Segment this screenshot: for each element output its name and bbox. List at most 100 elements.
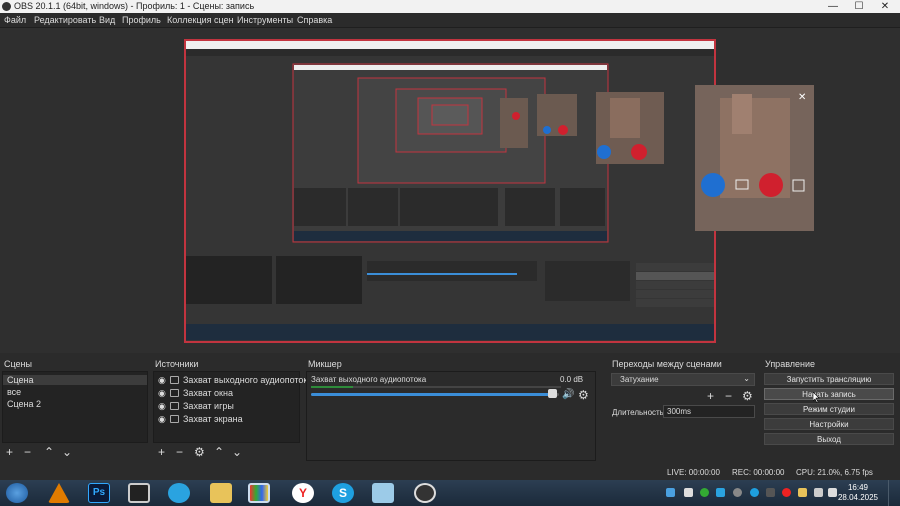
scenes-list: Сцена все Сцена 2 [2,371,148,443]
menu-tools[interactable]: Инструменты [237,15,293,25]
gear-icon[interactable]: ⚙ [194,446,205,458]
mixer-title: Микшер [308,359,342,369]
tray-icon[interactable] [700,488,709,497]
move-up-icon[interactable]: ⌃ [44,446,54,458]
scene-item[interactable]: Сцена 2 [7,399,41,409]
menu-file[interactable]: Файл [4,15,26,25]
notes-icon[interactable] [372,483,394,503]
tray-icon[interactable] [766,488,775,497]
transition-select[interactable]: Затухание ⌄ [611,373,755,386]
cpu-status: CPU: 21.0%, 6.75 fps [796,468,873,477]
scenes-title: Сцены [4,359,32,369]
menu-view[interactable]: Вид [99,15,115,25]
source-item[interactable]: ◉ Захват окна [158,387,233,399]
window-titlebar: OBS 20.1.1 (64bit, windows) - Профиль: 1… [0,0,900,13]
taskbar-clock[interactable]: 16:49 28.04.2025 [838,483,878,503]
preview-content: ✕ [184,39,814,343]
move-up-icon[interactable]: ⌃ [214,446,224,458]
menu-edit[interactable]: Редактировать [34,15,96,25]
menu-help[interactable]: Справка [297,15,332,25]
add-scene-button[interactable]: + [6,446,13,458]
speaker-icon[interactable]: 🔊 [562,389,574,401]
rec-status: REC: 00:00:00 [732,468,785,477]
lock-icon[interactable] [170,389,179,397]
mixer-track-name: Захват выходного аудиопотока [311,375,427,384]
minimize-button[interactable]: — [820,0,846,13]
menu-bar: Файл Редактировать Вид Профиль Коллекция… [0,13,900,28]
live-status: LIVE: 00:00:00 [667,468,720,477]
taskbar: Ps Y S 16:49 28.04.2025 [0,480,900,506]
add-transition-button[interactable]: + [707,390,714,402]
scene-item[interactable]: все [7,387,21,397]
settings-button[interactable]: Настройки [764,418,894,430]
volume-slider[interactable] [311,393,559,396]
eye-icon[interactable]: ◉ [158,374,168,386]
telegram-icon[interactable] [168,483,190,503]
maximize-button[interactable]: ☐ [846,0,872,13]
transitions-title: Переходы между сценами [612,359,722,369]
exit-button[interactable]: Выход [764,433,894,445]
remove-transition-button[interactable]: − [725,390,732,402]
gear-icon[interactable]: ⚙ [742,390,753,402]
tray-icon[interactable] [750,488,759,497]
window-title: OBS 20.1.1 (64bit, windows) - Профиль: 1… [14,1,255,11]
docks-panel: Сцены Сцена все Сцена 2 + − ⌃ ⌄ Источник… [0,354,900,462]
mouse-cursor-icon [813,392,820,403]
lock-icon[interactable] [170,376,179,384]
remove-scene-button[interactable]: − [24,446,31,458]
skype-icon[interactable]: S [332,483,354,503]
mixer-panel [306,371,596,461]
studio-mode-button[interactable]: Режим студии [764,403,894,415]
start-recording-button[interactable]: Начать запись [764,388,894,400]
tray-icon[interactable] [782,488,791,497]
obs-icon[interactable] [414,483,436,503]
media-app-icon[interactable] [248,483,270,503]
duration-field[interactable]: 300ms [663,405,755,418]
svg-text:✕: ✕ [798,92,806,103]
vlc-icon[interactable] [48,483,70,503]
eye-icon[interactable]: ◉ [158,413,168,425]
lock-icon[interactable] [170,415,179,423]
remove-source-button[interactable]: − [176,446,183,458]
audio-meter [311,386,561,388]
scene-item[interactable]: Сцена [3,375,147,385]
start-button[interactable] [6,483,28,503]
start-streaming-button[interactable]: Запустить трансляцию [764,373,894,385]
yandex-browser-icon[interactable]: Y [292,483,314,503]
tray-icon[interactable] [798,488,807,497]
video-editor-icon[interactable] [128,483,150,503]
gear-icon[interactable]: ⚙ [578,389,589,401]
transition-value: Затухание [620,375,659,384]
source-item[interactable]: ◉ Захват игры [158,400,234,412]
volume-icon[interactable] [828,488,837,497]
eye-icon[interactable]: ◉ [158,387,168,399]
menu-profile[interactable]: Профиль [122,15,161,25]
close-button[interactable]: ✕ [872,0,898,13]
move-down-icon[interactable]: ⌄ [62,446,72,458]
tray-icon[interactable] [733,488,742,497]
add-source-button[interactable]: + [158,446,165,458]
menu-scene-collection[interactable]: Коллекция сцен [167,15,234,25]
tray-icon[interactable] [684,488,693,497]
source-item[interactable]: ◉ Захват экрана [158,413,243,425]
mixer-level: 0.0 dB [560,375,584,384]
source-item[interactable]: ◉ Захват выходного аудиопотока [158,374,313,386]
clock-date: 28.04.2025 [837,493,878,502]
photoshop-icon[interactable]: Ps [88,483,110,503]
chevron-down-icon: ⌄ [743,374,750,383]
move-down-icon[interactable]: ⌄ [232,446,242,458]
tray-icon[interactable] [666,488,675,497]
file-explorer-icon[interactable] [210,483,232,503]
tray-icon[interactable] [716,488,725,497]
volume-handle[interactable] [548,389,557,398]
controls-title: Управление [765,359,816,369]
obs-logo-icon [2,2,11,11]
network-icon[interactable] [814,488,823,497]
show-desktop-button[interactable] [888,480,898,506]
clock-time: 16:49 [847,483,868,492]
lock-icon[interactable] [170,402,179,410]
preview-area[interactable]: ✕ [0,28,900,353]
eye-icon[interactable]: ◉ [158,400,168,412]
duration-label: Длительность [612,408,664,417]
sources-title: Источники [155,359,199,369]
